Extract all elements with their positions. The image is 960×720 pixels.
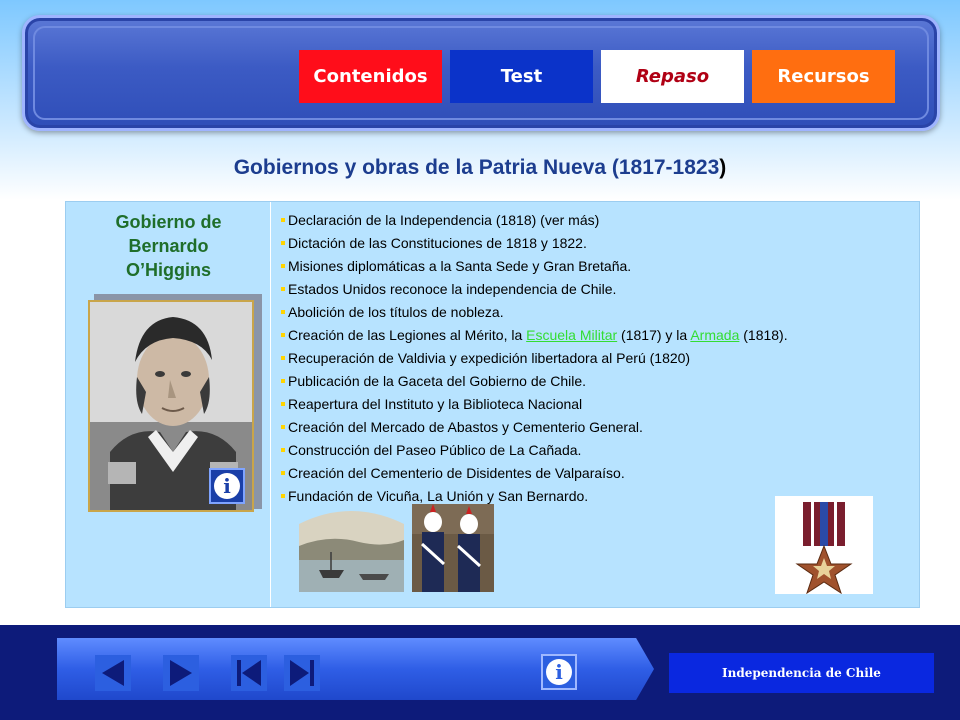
list-item-text: (1818). bbox=[739, 327, 788, 343]
tab-recursos[interactable]: Recursos bbox=[752, 50, 895, 103]
skip-to-end-icon bbox=[290, 660, 314, 686]
portrait-info-button[interactable]: i bbox=[209, 468, 245, 504]
list-item: Creación del Cementerio de Disidentes de… bbox=[280, 462, 910, 485]
list-item: Abolición de los títulos de nobleza. bbox=[280, 301, 910, 324]
harbor-painting bbox=[299, 511, 404, 592]
skip-to-start-icon bbox=[237, 660, 261, 686]
list-item: Creación del Mercado de Abastos y Cement… bbox=[280, 416, 910, 439]
harbor-painting-image bbox=[299, 504, 404, 592]
tab-contenidos[interactable]: Contenidos bbox=[299, 50, 442, 103]
list-item: Creación de las Legiones al Mérito, la E… bbox=[280, 324, 910, 347]
list-item-text: (1817) y la bbox=[617, 327, 691, 343]
government-title-line2: Bernardo bbox=[128, 236, 209, 256]
tab-repaso[interactable]: Repaso bbox=[601, 50, 744, 103]
soldiers-image bbox=[412, 504, 494, 592]
info-icon: i bbox=[214, 473, 240, 499]
medal-icon bbox=[795, 502, 853, 594]
soldiers-photo bbox=[412, 504, 494, 592]
government-title-line1: Gobierno de bbox=[115, 212, 222, 232]
last-button[interactable] bbox=[284, 655, 320, 691]
first-button[interactable] bbox=[231, 655, 267, 691]
armada-link[interactable]: Armada bbox=[690, 327, 739, 343]
list-item: Construcción del Paseo Público de La Cañ… bbox=[280, 439, 910, 462]
footer-info-button[interactable]: i bbox=[541, 654, 577, 690]
list-item: Dictación de las Constituciones de 1818 … bbox=[280, 232, 910, 255]
list-item: Declaración de la Independencia (1818) (… bbox=[280, 209, 910, 232]
arrow-left-icon bbox=[102, 660, 124, 686]
list-item: Recuperación de Valdivia y expedición li… bbox=[280, 347, 910, 370]
next-button[interactable] bbox=[163, 655, 199, 691]
list-item: Estados Unidos reconoce la independencia… bbox=[280, 278, 910, 301]
page-title: Gobiernos y obras de la Patria Nueva (18… bbox=[0, 156, 960, 180]
previous-button[interactable] bbox=[95, 655, 131, 691]
escuela-militar-link[interactable]: Escuela Militar bbox=[526, 327, 617, 343]
achievements-list: Declaración de la Independencia (1818) (… bbox=[280, 209, 910, 508]
achievements-column: Declaración de la Independencia (1818) (… bbox=[280, 209, 910, 508]
page-title-text: Gobiernos y obras de la Patria Nueva (18… bbox=[233, 156, 720, 179]
footer: i Independencia de Chile bbox=[0, 625, 960, 720]
government-title-line3: O’Higgins bbox=[126, 260, 211, 280]
list-item: Publicación de la Gaceta del Gobierno de… bbox=[280, 370, 910, 393]
medal-image bbox=[775, 496, 873, 594]
left-column: Gobierno de Bernardo O’Higgins i bbox=[66, 202, 271, 607]
footer-title-button[interactable]: Independencia de Chile bbox=[669, 653, 934, 693]
list-item-text: Creación de las Legiones al Mérito, la bbox=[288, 327, 527, 343]
list-item: Misiones diplomáticas a la Santa Sede y … bbox=[280, 255, 910, 278]
nav-tabs: Contenidos Test Repaso Recursos bbox=[299, 50, 895, 103]
info-icon: i bbox=[546, 659, 572, 685]
tab-test[interactable]: Test bbox=[450, 50, 593, 103]
arrow-right-icon bbox=[170, 660, 192, 686]
content-panel: Gobierno de Bernardo O’Higgins i Declara… bbox=[65, 201, 920, 608]
government-title: Gobierno de Bernardo O’Higgins bbox=[66, 210, 271, 282]
page-title-close-paren: ) bbox=[719, 156, 727, 179]
list-item: Reapertura del Instituto y la Biblioteca… bbox=[280, 393, 910, 416]
